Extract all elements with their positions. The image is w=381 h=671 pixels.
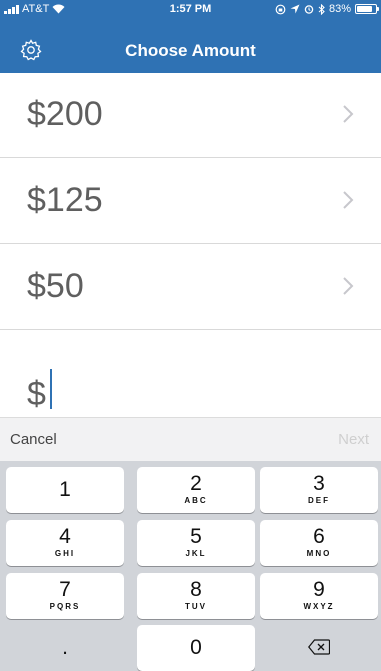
key-digit: 8 bbox=[190, 578, 202, 601]
battery-percent: 83% bbox=[328, 3, 351, 15]
amount-option-200[interactable]: $200 bbox=[0, 73, 381, 158]
bluetooth-icon bbox=[318, 3, 325, 15]
key-digit: 3 bbox=[313, 472, 325, 495]
amount-label: $50 bbox=[27, 267, 84, 305]
currency-symbol: $ bbox=[27, 375, 46, 413]
key-digit: 0 bbox=[190, 636, 202, 659]
delete-key[interactable] bbox=[260, 625, 378, 671]
top-bar: AT&T 1:57 PM 83% Choose Amount bbox=[0, 0, 381, 73]
chevron-right-icon bbox=[343, 105, 354, 123]
status-bar: AT&T 1:57 PM 83% bbox=[0, 0, 381, 20]
amount-label: $125 bbox=[27, 181, 103, 219]
key-8[interactable]: 8 TUV bbox=[137, 573, 255, 619]
key-letters: DEF bbox=[308, 496, 330, 505]
cancel-button[interactable]: Cancel bbox=[10, 431, 57, 448]
key-digit: 1 bbox=[59, 478, 71, 501]
key-digit: 7 bbox=[59, 578, 71, 601]
alarm-icon bbox=[304, 5, 314, 14]
key-1[interactable]: 1 bbox=[6, 467, 124, 513]
key-3[interactable]: 3 DEF bbox=[260, 467, 378, 513]
key-digit: 2 bbox=[190, 472, 202, 495]
key-digit: 9 bbox=[313, 578, 325, 601]
status-right: 83% bbox=[275, 3, 379, 15]
key-letters: TUV bbox=[185, 602, 207, 611]
battery-icon bbox=[355, 4, 379, 14]
key-9[interactable]: 9 WXYZ bbox=[260, 573, 378, 619]
key-digit: 5 bbox=[190, 525, 202, 548]
amount-option-50[interactable]: $50 bbox=[0, 245, 381, 330]
amount-label: $200 bbox=[27, 95, 103, 133]
key-5[interactable]: 5 JKL bbox=[137, 520, 255, 566]
key-letters: WXYZ bbox=[303, 602, 335, 611]
key-letters: MNO bbox=[306, 549, 332, 558]
custom-amount-field[interactable]: $ bbox=[0, 347, 381, 417]
key-6[interactable]: 6 MNO bbox=[260, 520, 378, 566]
custom-amount-input[interactable] bbox=[55, 371, 355, 411]
nav-header: Choose Amount bbox=[0, 30, 381, 73]
lock-rotation-icon bbox=[275, 4, 286, 14]
amount-option-125[interactable]: $125 bbox=[0, 159, 381, 244]
key-0[interactable]: 0 bbox=[137, 625, 255, 671]
chevron-right-icon bbox=[343, 277, 354, 295]
next-button[interactable]: Next bbox=[338, 431, 369, 448]
key-letters: ABC bbox=[184, 496, 208, 505]
keyboard-accessory-bar: Cancel Next bbox=[0, 417, 381, 461]
key-decimal[interactable]: . bbox=[6, 625, 124, 671]
text-cursor bbox=[50, 369, 52, 409]
chevron-right-icon bbox=[343, 191, 354, 209]
key-digit: 4 bbox=[59, 525, 71, 548]
key-letters: PQRS bbox=[49, 602, 81, 611]
location-icon bbox=[290, 4, 300, 14]
key-2[interactable]: 2 ABC bbox=[137, 467, 255, 513]
key-digit: . bbox=[62, 636, 68, 659]
page-title: Choose Amount bbox=[125, 41, 256, 60]
numeric-keypad: 1 2 ABC 3 DEF 4 GHI 5 JKL 6 MNO 7 PQRS 8… bbox=[0, 461, 381, 671]
key-letters: GHI bbox=[54, 549, 76, 558]
key-letters: JKL bbox=[185, 549, 207, 558]
backspace-icon bbox=[308, 639, 330, 655]
key-7[interactable]: 7 PQRS bbox=[6, 573, 124, 619]
key-4[interactable]: 4 GHI bbox=[6, 520, 124, 566]
battery-level bbox=[357, 6, 372, 12]
key-digit: 6 bbox=[313, 525, 325, 548]
